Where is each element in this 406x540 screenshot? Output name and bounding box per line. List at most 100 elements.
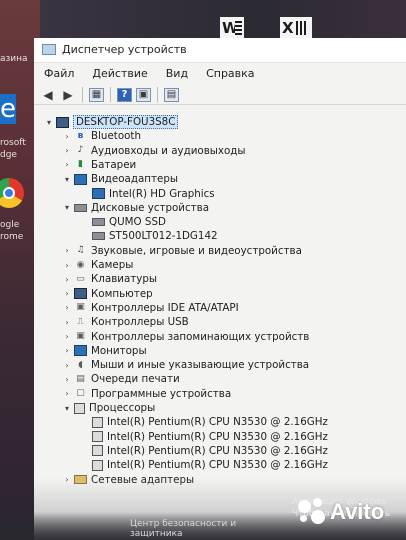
disk-drive-icon (92, 232, 105, 241)
processor-icon (74, 402, 85, 414)
tree-row[interactable]: Intel(R) Pentium(R) CPU N3530 @ 2.16GHz (80, 458, 328, 472)
desktop-label-edge-2[interactable]: dge (0, 150, 17, 161)
tree-row[interactable]: Intel(R) Pentium(R) CPU N3530 @ 2.16GHz (80, 430, 328, 444)
desktop-label-chrome-2[interactable]: rome (0, 232, 23, 243)
tree-item-label: Клавиатуры (91, 273, 158, 286)
tree-item-label: Bluetooth (91, 130, 141, 143)
toolbar: ◀ ▶ ▦ ? ▣ ▤ (34, 85, 406, 105)
computer-icon (56, 116, 69, 128)
collapse-arrow-icon[interactable]: ▾ (44, 118, 54, 127)
expand-arrow-icon[interactable]: › (62, 246, 72, 255)
device-tree: ▾ DESKTOP-FOU3S8C › ʙ Bluetooth › ♪ Аудиовходы … (34, 108, 406, 540)
tree-row[interactable]: QUMO SSD (80, 215, 166, 229)
tree-row[interactable]: › ʙ Bluetooth (62, 129, 141, 143)
tree-row[interactable]: › ▮ Батареи (62, 158, 136, 172)
chrome-icon[interactable] (0, 178, 24, 208)
expand-arrow-icon[interactable]: › (62, 346, 72, 355)
tree-row[interactable]: ▾ DESKTOP-FOU3S8C (44, 115, 179, 129)
menu-file[interactable]: Файл (34, 64, 82, 84)
forward-arrow-icon[interactable]: ▶ (60, 87, 76, 103)
tree-item-label: Программные устройства (91, 387, 232, 400)
tree-row[interactable]: › Мониторы (62, 344, 146, 358)
tree-item-label: Аудиовходы и аудиовыходы (91, 144, 246, 157)
security-line-1: Центр безопасности и (130, 519, 237, 529)
tree-item-label: QUMO SSD (109, 216, 166, 229)
device-manager-icon (42, 44, 56, 55)
desktop-label-edge-1[interactable]: rosoft (0, 138, 26, 149)
back-arrow-icon[interactable]: ◀ (40, 87, 56, 103)
expand-arrow-icon[interactable]: › (62, 261, 72, 270)
expand-arrow-icon[interactable]: › (62, 389, 72, 398)
tree-row[interactable]: › ♪ Аудиовходы и аудиовыходы (62, 144, 246, 158)
tree-row[interactable]: › ◉ Камеры (62, 258, 133, 272)
tree-row[interactable]: ▾ Процессоры (62, 401, 155, 415)
expand-arrow-icon[interactable]: › (62, 318, 72, 327)
expand-arrow-icon[interactable]: › (62, 289, 72, 298)
expand-arrow-icon[interactable]: › (62, 275, 72, 284)
expand-arrow-icon[interactable]: › (62, 361, 72, 370)
computer-icon (74, 288, 87, 300)
audio-icon: ♪ (77, 145, 84, 156)
expand-arrow-icon[interactable]: › (62, 132, 72, 141)
tree-row[interactable]: Intel(R) HD Graphics (80, 187, 215, 201)
menu-action[interactable]: Действие (82, 64, 155, 84)
tree-row[interactable]: ▾ Видеоадаптеры (62, 172, 178, 186)
excel-app-icon[interactable]: X (280, 17, 312, 39)
tree-item-label: Intel(R) HD Graphics (109, 187, 215, 200)
toolbar-separator (82, 87, 83, 102)
tree-item-label: Батареи (91, 158, 137, 171)
tree-row[interactable]: › ⎍ Контроллеры USB (62, 315, 189, 329)
menu-help[interactable]: Справка (196, 64, 262, 84)
update-icon[interactable]: ▣ (136, 87, 151, 102)
software-device-icon: ▢ (76, 388, 85, 399)
ide-controller-icon: ▣ (76, 302, 85, 313)
tree-row[interactable]: › ▣ Контроллеры IDE ATA/ATAPI (62, 301, 239, 315)
tree-row[interactable]: › ▢ Программные устройства (62, 387, 231, 401)
collapse-arrow-icon[interactable]: ▾ (62, 404, 72, 413)
tree-row[interactable]: Intel(R) Pentium(R) CPU N3530 @ 2.16GHz (80, 415, 328, 429)
tree-row[interactable]: › ▣ Контроллеры запоминающих устройств (62, 330, 309, 344)
window-titlebar[interactable]: Диспетчер устройств (34, 38, 406, 63)
collapse-arrow-icon[interactable]: ▾ (62, 175, 72, 184)
keyboard-icon: ▭ (76, 273, 85, 284)
security-center-label: Центр безопасности и защитника (130, 519, 236, 539)
expand-arrow-icon[interactable]: › (62, 160, 72, 169)
tree-row[interactable]: ST500LT012-1DG142 (80, 229, 218, 243)
display-adapter-icon (92, 188, 105, 199)
tree-row[interactable]: Intel(R) Pentium(R) CPU N3530 @ 2.16GHz (80, 444, 328, 458)
desktop-label-chrome-1[interactable]: ogle (0, 220, 19, 231)
tree-item-label: DESKTOP-FOU3S8C (73, 115, 179, 129)
mouse-icon: ◖ (78, 359, 83, 370)
word-app-icon[interactable]: W (220, 17, 244, 39)
processor-icon (92, 431, 103, 443)
tree-item-label: Процессоры (89, 402, 156, 414)
tree-row[interactable]: › Компьютер (62, 287, 152, 301)
expand-arrow-icon[interactable]: › (62, 332, 72, 341)
edge-icon[interactable]: e (0, 94, 16, 124)
menu-view[interactable]: Вид (156, 64, 196, 84)
tree-row[interactable]: › ♫ Звуковые, игровые и видеоустройства (62, 244, 302, 258)
expand-arrow-icon[interactable]: › (62, 146, 72, 155)
tree-item-label: Intel(R) Pentium(R) CPU N3530 @ 2.16GHz (107, 444, 328, 457)
processor-icon (92, 459, 103, 471)
tree-item-label: Контроллеры запоминающих устройств (91, 330, 310, 343)
help-icon[interactable]: ? (117, 87, 132, 102)
tree-item-label: Контроллеры IDE ATA/ATAPI (91, 301, 239, 314)
collapse-arrow-icon[interactable]: ▾ (62, 203, 72, 212)
bluetooth-icon: ʙ (77, 130, 84, 141)
toolbar-separator (157, 87, 158, 102)
monitor-icon[interactable]: ▤ (164, 87, 179, 102)
tree-row[interactable]: ▾ Дисковые устройства (62, 201, 209, 215)
tree-item-label: Контроллеры USB (91, 316, 189, 329)
properties-icon[interactable]: ▦ (89, 87, 104, 102)
desktop-label-recycle[interactable]: азина (0, 54, 28, 65)
expand-arrow-icon[interactable]: › (62, 375, 72, 384)
disk-drive-icon (92, 218, 105, 227)
tree-row[interactable]: › ◖ Мыши и иные указывающие устройства (62, 358, 309, 372)
security-line-2: защитника (130, 529, 183, 539)
tree-row[interactable]: › ▭ Клавиатуры (62, 272, 157, 286)
expand-arrow-icon[interactable]: › (62, 303, 72, 312)
tree-row[interactable]: › ▤ Очереди печати (62, 372, 179, 386)
tree-item-label: ST500LT012-1DG142 (109, 230, 218, 243)
tree-item-label: Видеоадаптеры (91, 173, 178, 186)
